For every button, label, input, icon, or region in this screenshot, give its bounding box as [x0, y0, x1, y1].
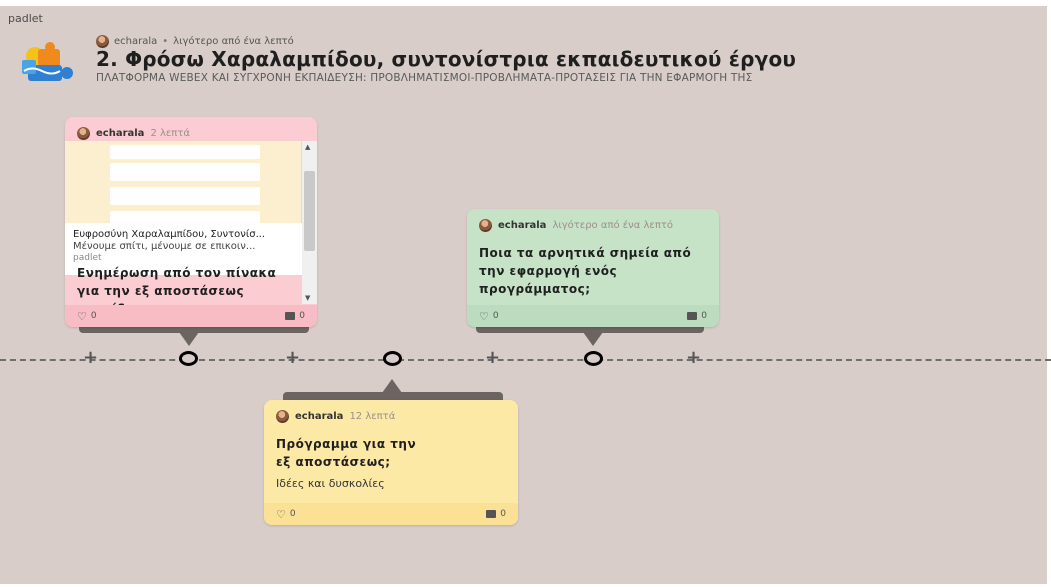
- header-author[interactable]: echarala: [114, 36, 157, 47]
- like-count: 0: [492, 311, 499, 321]
- post-footer: ♡ 0 0: [264, 503, 518, 525]
- timeline-node[interactable]: [179, 351, 198, 366]
- preview-form-row: [110, 145, 260, 159]
- connector-pointer: [382, 379, 402, 393]
- timeline-node[interactable]: [584, 351, 603, 366]
- post-time: 12 λεπτά: [349, 411, 396, 422]
- puzzle-logo-icon: [22, 42, 73, 81]
- embed-preview-image[interactable]: [65, 141, 301, 223]
- add-post-plus-icon[interactable]: +: [83, 349, 98, 367]
- post-card[interactable]: echarala 2 λεπτά Ευφροσύνη Χαραλαμπίδου,…: [65, 117, 317, 327]
- connector-pointer: [179, 332, 199, 346]
- comment-icon[interactable]: [687, 312, 698, 320]
- post-title: Πρόγραμμα για την εξ αποστάσεως;: [276, 437, 417, 469]
- post-author[interactable]: echarala: [498, 220, 546, 231]
- heart-icon[interactable]: ♡: [77, 310, 87, 323]
- timeline-line: [0, 359, 1051, 361]
- preview-form-row: [110, 211, 260, 223]
- embed-title[interactable]: Ευφροσύνη Χαραλαμπίδου, Συντονίσ...: [73, 229, 265, 240]
- window-top-edge: [0, 0, 1051, 6]
- embed-description: Μένουμε σπίτι, μένουμε σε επικοιν...: [73, 241, 256, 252]
- author-avatar[interactable]: [77, 127, 90, 140]
- padlet-brand[interactable]: padlet: [8, 12, 43, 25]
- comment-icon[interactable]: [285, 312, 296, 320]
- like-count: 0: [289, 509, 296, 519]
- post-header: echarala λιγότερο από ένα λεπτό: [467, 209, 719, 236]
- window-right-edge: [1047, 0, 1051, 587]
- preview-form-row: [110, 163, 260, 181]
- post-author[interactable]: echarala: [96, 128, 144, 139]
- embed-attachment[interactable]: Ευφροσύνη Χαραλαμπίδου, Συντονίσ... Μένο…: [65, 141, 317, 277]
- post-card[interactable]: echarala λιγότερο από ένα λεπτό Ποια τα …: [467, 209, 719, 327]
- post-body: Ιδέες και δυσκολίες: [276, 477, 385, 490]
- post-title: Ποια τα αρνητικά σημεία από την εφαρμογή…: [479, 246, 692, 296]
- add-post-plus-icon[interactable]: +: [285, 349, 300, 367]
- post-footer: ♡ 0 0: [467, 305, 719, 327]
- add-post-plus-icon[interactable]: +: [686, 349, 701, 367]
- heart-icon[interactable]: ♡: [276, 508, 286, 521]
- comment-icon[interactable]: [486, 510, 497, 518]
- comment-count: 0: [701, 311, 707, 321]
- post-author[interactable]: echarala: [295, 411, 343, 422]
- post-time: λιγότερο από ένα λεπτό: [552, 220, 673, 231]
- timeline-node[interactable]: [383, 351, 402, 366]
- connector-pointer: [583, 332, 603, 346]
- post-header: echarala 12 λεπτά: [264, 400, 518, 427]
- comment-count: 0: [500, 509, 506, 519]
- header-time: λιγότερο από ένα λεπτό: [173, 36, 294, 47]
- author-avatar[interactable]: [276, 410, 289, 423]
- section-subtitle: ΠΛΑΤΦΟΡΜΑ WEBEX ΚΑΙ ΣΥΓΧΡΟΝΗ ΕΚΠΑΙΔΕΥΣΗ:…: [96, 72, 753, 84]
- like-count: 0: [90, 311, 97, 321]
- post-time: 2 λεπτά: [150, 128, 190, 139]
- add-post-plus-icon[interactable]: +: [485, 349, 500, 367]
- heart-icon[interactable]: ♡: [479, 310, 489, 323]
- post-header: echarala 2 λεπτά: [65, 117, 317, 144]
- post-card[interactable]: echarala 12 λεπτά Πρόγραμμα για την εξ α…: [264, 400, 518, 525]
- scroll-up-icon[interactable]: ▲: [305, 143, 310, 151]
- post-footer: ♡ 0 0: [65, 305, 317, 327]
- scrollbar-thumb[interactable]: [304, 171, 315, 251]
- section-title: 2. Φρόσω Χαραλαμπίδου, συντονίστρια εκπα…: [96, 47, 797, 71]
- post-title: Ενημέρωση από τον πίνακα για την εξ αποσ…: [77, 266, 277, 308]
- preview-form-row: [110, 187, 260, 205]
- author-avatar[interactable]: [479, 219, 492, 232]
- comment-count: 0: [299, 311, 305, 321]
- header-separator: •: [162, 36, 169, 47]
